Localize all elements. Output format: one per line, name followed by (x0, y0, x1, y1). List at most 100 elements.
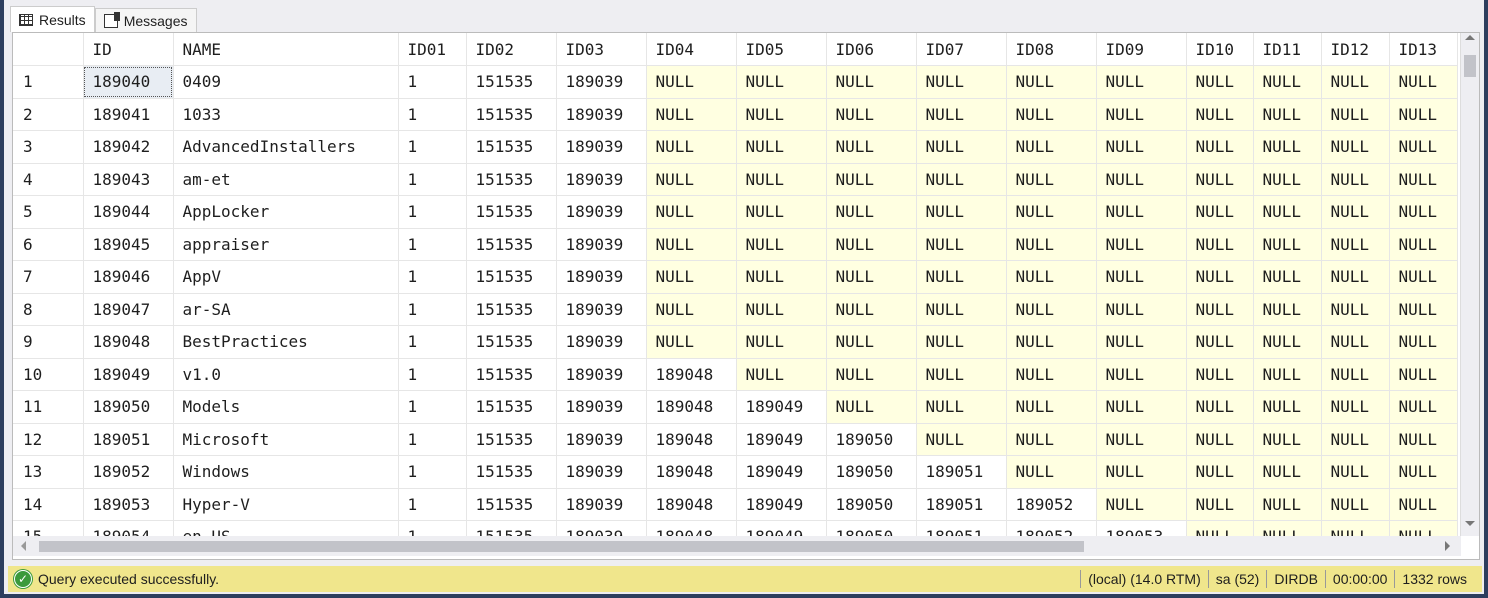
cell-id13[interactable]: NULL (1389, 98, 1458, 131)
cell-name[interactable]: am-et (173, 163, 399, 196)
cell-id05[interactable]: 189049 (736, 488, 827, 521)
cell-id12[interactable]: NULL (1321, 228, 1390, 261)
cell-id10[interactable]: NULL (1186, 293, 1254, 326)
cell-id05[interactable]: NULL (736, 260, 827, 294)
cell-id01[interactable]: 1 (398, 228, 467, 261)
cell-id08[interactable]: NULL (1006, 390, 1097, 424)
cell-id07[interactable]: NULL (916, 423, 1007, 456)
cell-id10[interactable]: NULL (1186, 390, 1254, 424)
cell-id12[interactable]: NULL (1321, 325, 1390, 359)
cell-id[interactable]: 189043 (83, 163, 174, 196)
cell-id13[interactable]: NULL (1389, 423, 1458, 456)
cell-id12[interactable]: NULL (1321, 455, 1390, 489)
cell-id12[interactable]: NULL (1321, 98, 1390, 131)
cell-id08[interactable]: 189052 (1006, 520, 1097, 536)
cell-id07[interactable]: NULL (916, 98, 1007, 131)
cell-id03[interactable]: 189039 (556, 358, 647, 391)
cell-id06[interactable]: NULL (826, 98, 917, 131)
cell-id09[interactable]: 189053 (1096, 520, 1187, 536)
cell-id12[interactable]: NULL (1321, 260, 1390, 294)
cell-id05[interactable]: 189049 (736, 390, 827, 424)
cell-id08[interactable]: NULL (1006, 130, 1097, 164)
cell-id13[interactable]: NULL (1389, 260, 1458, 294)
cell-id06[interactable]: 189050 (826, 455, 917, 489)
cell-id01[interactable]: 1 (398, 455, 467, 489)
cell-id03[interactable]: 189039 (556, 293, 647, 326)
cell-id01[interactable]: 1 (398, 390, 467, 424)
cell-id01[interactable]: 1 (398, 293, 467, 326)
cell-id11[interactable]: NULL (1253, 390, 1322, 424)
cell-id03[interactable]: 189039 (556, 520, 647, 536)
cell-id02[interactable]: 151535 (466, 65, 557, 99)
cell-id06[interactable]: NULL (826, 130, 917, 164)
cell-id07[interactable]: 189051 (916, 488, 1007, 521)
cell-id01[interactable]: 1 (398, 260, 467, 294)
cell-id07[interactable]: NULL (916, 358, 1007, 391)
cell-id13[interactable]: NULL (1389, 358, 1458, 391)
cell-id06[interactable]: 189050 (826, 488, 917, 521)
cell-id11[interactable]: NULL (1253, 130, 1322, 164)
horizontal-scroll-thumb[interactable] (39, 541, 1084, 552)
cell-id04[interactable]: NULL (646, 260, 737, 294)
cell-id[interactable]: 189041 (83, 98, 174, 131)
cell-id02[interactable]: 151535 (466, 195, 557, 229)
cell-id09[interactable]: NULL (1096, 455, 1187, 489)
cell-id08[interactable]: NULL (1006, 65, 1097, 99)
cell-id03[interactable]: 189039 (556, 65, 647, 99)
row-number[interactable]: 9 (13, 325, 84, 359)
cell-id02[interactable]: 151535 (466, 325, 557, 359)
row-number[interactable]: 13 (13, 455, 84, 489)
cell-id13[interactable]: NULL (1389, 520, 1458, 536)
cell-name[interactable]: ar-SA (173, 293, 399, 326)
cell-id05[interactable]: NULL (736, 358, 827, 391)
cell-id09[interactable]: NULL (1096, 423, 1187, 456)
cell-id08[interactable]: NULL (1006, 293, 1097, 326)
tab-results[interactable]: Results (10, 6, 95, 32)
cell-id03[interactable]: 189039 (556, 130, 647, 164)
column-header-id04[interactable]: ID04 (646, 33, 737, 66)
cell-id11[interactable]: NULL (1253, 228, 1322, 261)
cell-id08[interactable]: NULL (1006, 358, 1097, 391)
cell-id11[interactable]: NULL (1253, 293, 1322, 326)
cell-id10[interactable]: NULL (1186, 423, 1254, 456)
vertical-scroll-thumb[interactable] (1464, 55, 1476, 77)
cell-id05[interactable]: NULL (736, 163, 827, 196)
cell-id06[interactable]: 189050 (826, 423, 917, 456)
cell-id13[interactable]: NULL (1389, 325, 1458, 359)
cell-id05[interactable]: NULL (736, 325, 827, 359)
tab-messages[interactable]: Messages (94, 8, 197, 32)
cell-id07[interactable]: NULL (916, 130, 1007, 164)
horizontal-scrollbar[interactable] (13, 536, 1461, 556)
cell-id12[interactable]: NULL (1321, 195, 1390, 229)
row-number[interactable]: 7 (13, 260, 84, 294)
cell-id13[interactable]: NULL (1389, 228, 1458, 261)
cell-name[interactable]: 1033 (173, 98, 399, 131)
row-number[interactable]: 12 (13, 423, 84, 456)
cell-id11[interactable]: NULL (1253, 163, 1322, 196)
cell-id05[interactable]: NULL (736, 293, 827, 326)
cell-id[interactable]: 189050 (83, 390, 174, 424)
cell-id04[interactable]: 189048 (646, 488, 737, 521)
cell-id07[interactable]: NULL (916, 260, 1007, 294)
column-header-id05[interactable]: ID05 (736, 33, 827, 66)
cell-id06[interactable]: NULL (826, 228, 917, 261)
scroll-down-icon[interactable] (1465, 521, 1475, 526)
cell-id[interactable]: 189044 (83, 195, 174, 229)
cell-id08[interactable]: NULL (1006, 98, 1097, 131)
cell-id09[interactable]: NULL (1096, 358, 1187, 391)
cell-id11[interactable]: NULL (1253, 65, 1322, 99)
row-number-header[interactable] (13, 33, 84, 66)
cell-id06[interactable]: NULL (826, 65, 917, 99)
cell-id04[interactable]: NULL (646, 293, 737, 326)
cell-name[interactable]: AdvancedInstallers (173, 130, 399, 164)
cell-id09[interactable]: NULL (1096, 390, 1187, 424)
cell-id01[interactable]: 1 (398, 98, 467, 131)
column-header-name[interactable]: NAME (173, 33, 399, 66)
cell-id13[interactable]: NULL (1389, 390, 1458, 424)
cell-id09[interactable]: NULL (1096, 130, 1187, 164)
column-header-id06[interactable]: ID06 (826, 33, 917, 66)
cell-id03[interactable]: 189039 (556, 260, 647, 294)
cell-id12[interactable]: NULL (1321, 488, 1390, 521)
row-number[interactable]: 1 (13, 65, 84, 99)
cell-id01[interactable]: 1 (398, 65, 467, 99)
